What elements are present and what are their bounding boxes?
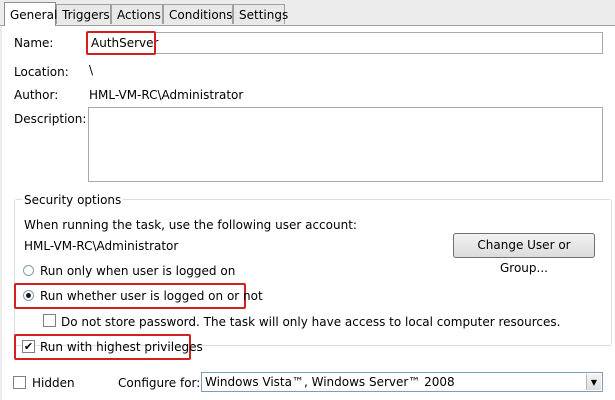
do-not-store-checkbox[interactable] [43,314,56,327]
security-options-title: Security options [22,193,124,207]
run-whether-radio[interactable] [23,290,34,301]
highest-privileges-checkbox[interactable]: ✔ [22,340,35,353]
author-value: HML-VM-RC\Administrator [89,88,244,102]
name-label: Name: [14,36,54,50]
tab-general[interactable]: General [4,2,57,26]
highest-privileges-label[interactable]: Run with highest privileges [40,340,203,354]
location-value: \ [89,63,94,77]
do-not-store-label[interactable]: Do not store password. The task will onl… [61,315,560,329]
hidden-label[interactable]: Hidden [32,376,75,390]
description-input[interactable] [88,107,603,182]
tab-strip-divider [0,25,615,26]
name-highlight-box [86,31,156,55]
change-user-button[interactable]: Change User or Group... [453,233,595,275]
account-value: HML-VM-RC\Administrator [24,239,179,253]
tab-triggers[interactable]: Triggers [56,4,111,24]
description-label: Description: [14,112,87,126]
configure-for-value: Windows Vista™, Windows Server™ 2008 [205,375,455,389]
location-label: Location: [14,65,69,79]
run-whether-label[interactable]: Run whether user is logged on or not [40,289,263,303]
name-input[interactable]: AuthServer [87,32,603,54]
tab-actions[interactable]: Actions [111,4,163,24]
checkmark-icon: ✔ [23,340,34,353]
author-label: Author: [14,88,59,102]
configure-for-select[interactable]: Windows Vista™, Windows Server™ 2008 ▼ [201,372,603,392]
hidden-checkbox[interactable] [13,376,26,389]
tab-settings[interactable]: Settings [233,4,288,24]
run-logged-on-label[interactable]: Run only when user is logged on [40,264,235,278]
tab-conditions[interactable]: Conditions [163,4,233,24]
configure-for-label: Configure for: [118,376,201,390]
run-logged-on-radio[interactable] [23,265,34,276]
chevron-down-icon[interactable]: ▼ [586,374,601,390]
account-prompt: When running the task, use the following… [24,218,357,232]
